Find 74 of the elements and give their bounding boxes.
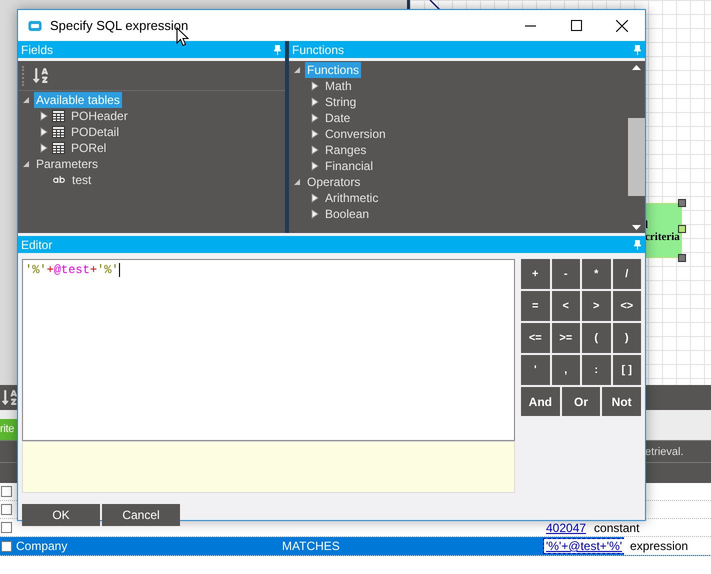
operator-key[interactable]: , (552, 355, 580, 385)
expanded-triangle-icon[interactable] (22, 96, 30, 104)
tree-item[interactable]: Ranges (323, 142, 368, 158)
operator-key[interactable]: <> (612, 291, 641, 321)
criteria-row[interactable]: Company MATCHES '%'+@test+'%' expression (0, 537, 711, 556)
sort-az-icon[interactable] (1, 389, 18, 406)
operator-cell-text: MATCHES (281, 539, 341, 553)
operator-key[interactable]: ' (521, 355, 550, 385)
window-title: Specify SQL expression (50, 18, 190, 33)
expanded-triangle-icon[interactable] (293, 66, 301, 74)
operator-key[interactable]: / (612, 259, 641, 289)
pin-icon[interactable] (634, 240, 641, 250)
node-label: criteria (645, 230, 680, 242)
tree-item[interactable]: Operators (305, 174, 362, 190)
checkbox[interactable] (1, 540, 12, 552)
tree-item[interactable]: Arithmetic (323, 190, 380, 206)
dialog-button[interactable]: OK (22, 504, 100, 526)
expanded-triangle-icon[interactable] (293, 178, 301, 186)
expression-editor[interactable]: '%'+@test+'%' (22, 259, 515, 441)
operator-key[interactable]: - (552, 259, 580, 289)
operator-key[interactable]: < (552, 291, 580, 321)
operator-key[interactable]: = (521, 291, 550, 321)
resize-handle[interactable] (678, 254, 686, 262)
operator-key[interactable]: + (521, 259, 550, 289)
operator-key[interactable]: >= (552, 323, 580, 353)
resize-handle[interactable] (678, 199, 686, 207)
panel-title: Fields (21, 42, 54, 56)
dialog-button[interactable]: Cancel (102, 504, 180, 526)
operator-key[interactable]: > (582, 291, 610, 321)
app-icon (28, 20, 42, 32)
tree-item[interactable]: Date (323, 110, 352, 126)
tree-item[interactable]: Conversion (323, 126, 388, 142)
logic-key[interactable]: Not (602, 387, 641, 416)
value-type-text: expression (624, 537, 711, 555)
checkbox[interactable] (1, 522, 12, 533)
table-icon (52, 142, 65, 154)
logic-key[interactable]: And (521, 387, 560, 416)
info-text: etrieval. (645, 446, 685, 458)
logic-key[interactable]: Or (562, 387, 600, 416)
panel-title: Functions (292, 42, 344, 56)
checkbox[interactable] (1, 504, 12, 515)
operator-key[interactable]: : (582, 355, 610, 385)
operator-key[interactable]: * (582, 259, 610, 289)
field-cell-text: Company (15, 539, 68, 553)
tree-item[interactable]: Math (323, 78, 354, 94)
scroll-down-icon[interactable] (632, 225, 641, 230)
tree-item[interactable]: Boolean (323, 206, 372, 222)
operator-key[interactable]: [ ] (612, 355, 641, 385)
minimize-icon (524, 24, 536, 26)
pin-icon[interactable] (274, 44, 281, 54)
maximize-icon (570, 20, 582, 31)
tree-item[interactable]: Financial (323, 158, 376, 174)
operator-key[interactable]: ) (612, 323, 641, 353)
resize-handle[interactable] (678, 225, 686, 233)
tree-item[interactable]: PODetail (69, 124, 122, 140)
tree-item[interactable]: test (70, 172, 94, 188)
scroll-up-icon[interactable] (632, 65, 641, 70)
pin-icon[interactable] (634, 44, 641, 54)
table-icon (52, 110, 65, 122)
checkbox[interactable] (1, 486, 12, 497)
table-icon (52, 126, 65, 138)
panel-title: Editor (21, 238, 52, 252)
tree-item[interactable]: PORel (69, 140, 108, 156)
value-link[interactable]: 402047 (544, 520, 588, 534)
operator-key[interactable]: ( (582, 323, 610, 353)
tree-item[interactable]: POHeader (69, 108, 130, 124)
value-link[interactable]: '%'+@test+'%' (544, 539, 624, 553)
sort-az-icon[interactable] (32, 67, 49, 84)
tree-item[interactable]: Parameters (34, 156, 100, 172)
close-icon (616, 20, 628, 32)
expanded-triangle-icon[interactable] (22, 160, 30, 168)
tree-item[interactable]: String (323, 94, 358, 110)
operator-key[interactable]: <= (521, 323, 550, 353)
node-label: l (645, 218, 648, 230)
